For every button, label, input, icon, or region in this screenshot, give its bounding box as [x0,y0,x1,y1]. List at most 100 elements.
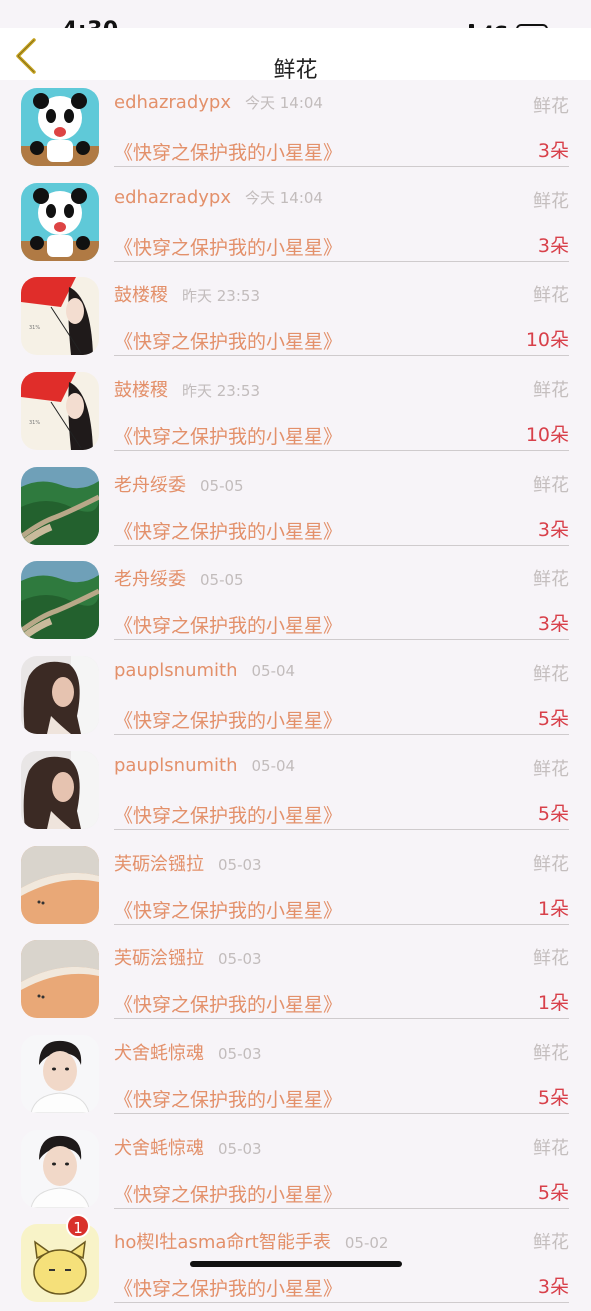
avatar[interactable] [21,845,99,924]
gift-type: 鲜花 [533,758,569,780]
divider [114,1207,569,1209]
user-name-line: ho楔l牡asma命rt智能手表 05-02 [114,1228,388,1254]
timestamp: 昨天 23:53 [182,287,260,306]
timestamp: 今天 14:04 [244,94,323,112]
list-item[interactable]: 犬舍蚝惊魂 05-03 鲜花 《快穿之保护我的小星星》 5朵 [0,1027,591,1122]
divider [114,1112,569,1114]
gift-type: 鲜花 [533,1042,569,1064]
avatar[interactable]: 31% [21,277,99,356]
book-title[interactable]: 《快穿之保护我的小星星》 [114,896,342,923]
flower-count: 5朵 [537,1086,569,1109]
timestamp: 今天 14:04 [244,188,323,207]
book-title[interactable]: 《快穿之保护我的小星星》 [114,611,342,638]
flower-count: 5朵 [537,802,569,825]
user-name[interactable]: edhazradypx [114,92,231,113]
flower-count: 3朵 [537,1276,569,1299]
avatar[interactable] [21,940,99,1019]
user-name-line: 鼓楼稷 昨天 23:53 [114,281,260,307]
avatar[interactable] [21,561,99,640]
list-item[interactable]: edhazradypx 今天 14:04 鲜花 《快穿之保护我的小星星》 3朵 [0,80,591,175]
gift-type: 鲜花 [533,1232,569,1254]
avatar[interactable] [21,1224,99,1303]
divider [114,828,569,830]
book-title[interactable]: 《快穿之保护我的小星星》 [114,327,342,354]
user-name[interactable]: pauplsnumith [114,660,238,681]
book-title[interactable]: 《快穿之保护我的小星星》 [114,517,342,544]
user-name-line: edhazradypx 今天 14:04 [114,187,323,208]
user-name[interactable]: 芙砺浍镪拉 [114,854,204,875]
gift-type: 鲜花 [533,948,569,970]
flower-count: 1朵 [537,992,569,1015]
user-name[interactable]: 芙砺浍镪拉 [114,948,204,969]
gift-type: 鲜花 [533,1137,569,1159]
avatar[interactable] [21,1034,99,1113]
user-name-line: 芙砺浍镪拉 05-03 [114,850,262,876]
timestamp: 05-03 [218,950,262,969]
flower-list: edhazradypx 今天 14:04 鲜花 《快穿之保护我的小星星》 3朵 e… [0,80,591,1311]
divider [114,639,569,641]
user-name-line: 鼓楼稷 昨天 23:53 [114,376,260,402]
user-name-line: pauplsnumith 05-04 [114,660,295,681]
user-name[interactable]: 鼓楼稷 [114,380,168,401]
user-name[interactable]: 犬舍蚝惊魂 [114,1043,204,1064]
divider [114,734,569,736]
list-item[interactable]: 老舟绥委 05-05 鲜花 《快穿之保护我的小星星》 3朵 [0,459,591,554]
timestamp: 05-05 [200,571,244,590]
timestamp: 05-03 [218,855,262,874]
gift-type: 鲜花 [533,190,569,212]
timestamp: 05-05 [200,476,244,495]
list-item[interactable]: pauplsnumith 05-04 鲜花 《快穿之保护我的小星星》 5朵 [0,648,591,743]
timestamp: 05-03 [218,1044,262,1063]
user-name[interactable]: 老舟绥委 [114,475,186,496]
timestamp: 05-04 [251,756,296,775]
user-name-line: 芙砺浍镪拉 05-03 [114,944,262,970]
flower-count: 10朵 [525,329,569,352]
book-title[interactable]: 《快穿之保护我的小星星》 [114,706,342,733]
user-name-line: 犬舍蚝惊魂 05-03 [114,1039,262,1065]
flower-count: 3朵 [537,613,569,636]
book-title[interactable]: 《快穿之保护我的小星星》 [114,990,342,1017]
list-item[interactable]: 芙砺浍镪拉 05-03 鲜花 《快穿之保护我的小星星》 1朵 [0,838,591,933]
book-title[interactable]: 《快穿之保护我的小星星》 [114,1274,342,1301]
svg-text:31%: 31% [29,420,40,426]
avatar[interactable] [21,750,99,829]
flower-count: 5朵 [537,708,569,731]
book-title[interactable]: 《快穿之保护我的小星星》 [114,1085,342,1112]
user-name-line: edhazradypx 今天 14:04 [114,92,323,113]
timestamp: 05-02 [344,1234,389,1253]
list-item[interactable]: 芙砺浍镪拉 05-03 鲜花 《快穿之保护我的小星星》 1朵 [0,932,591,1027]
gift-type: 鲜花 [533,569,569,591]
list-item[interactable]: 31% 鼓楼稷 昨天 23:53 鲜花 《快穿之保护我的小星星》 10朵 [0,364,591,459]
avatar[interactable] [21,1129,99,1208]
home-indicator[interactable] [190,1261,402,1267]
user-name[interactable]: 犬舍蚝惊魂 [114,1138,204,1159]
book-title[interactable]: 《快穿之保护我的小星星》 [114,1180,342,1207]
avatar[interactable] [21,466,99,545]
avatar[interactable] [21,656,99,735]
book-title[interactable]: 《快穿之保护我的小星星》 [114,138,342,165]
avatar[interactable] [21,182,99,261]
list-item[interactable]: 老舟绥委 05-05 鲜花 《快穿之保护我的小星星》 3朵 [0,553,591,648]
user-name[interactable]: ho楔l牡asma命rt智能手表 [114,1232,331,1253]
user-name[interactable]: 老舟绥委 [114,569,186,590]
divider [114,544,569,546]
timestamp: 05-04 [251,662,296,681]
book-title[interactable]: 《快穿之保护我的小星星》 [114,233,342,260]
list-item[interactable]: pauplsnumith 05-04 鲜花 《快穿之保护我的小星星》 5朵 [0,743,591,838]
user-name[interactable]: pauplsnumith [114,755,238,776]
avatar[interactable] [21,88,99,166]
book-title[interactable]: 《快穿之保护我的小星星》 [114,801,342,828]
avatar[interactable]: 31% [21,372,99,451]
book-title[interactable]: 《快穿之保护我的小星星》 [114,422,342,449]
divider [114,1302,569,1304]
user-name[interactable]: 鼓楼稷 [114,285,168,306]
user-name-line: pauplsnumith 05-04 [114,755,295,776]
divider [114,450,569,452]
list-item[interactable]: 31% 鼓楼稷 昨天 23:53 鲜花 《快穿之保护我的小星星》 10朵 [0,269,591,364]
list-item[interactable]: edhazradypx 今天 14:04 鲜花 《快穿之保护我的小星星》 3朵 [0,175,591,270]
list-item[interactable]: 犬舍蚝惊魂 05-03 鲜花 《快穿之保护我的小星星》 5朵 [0,1122,591,1217]
user-name[interactable]: edhazradypx [114,187,231,208]
gift-type: 鲜花 [533,285,569,307]
svg-text:31%: 31% [29,325,40,331]
flower-count: 3朵 [537,234,569,257]
